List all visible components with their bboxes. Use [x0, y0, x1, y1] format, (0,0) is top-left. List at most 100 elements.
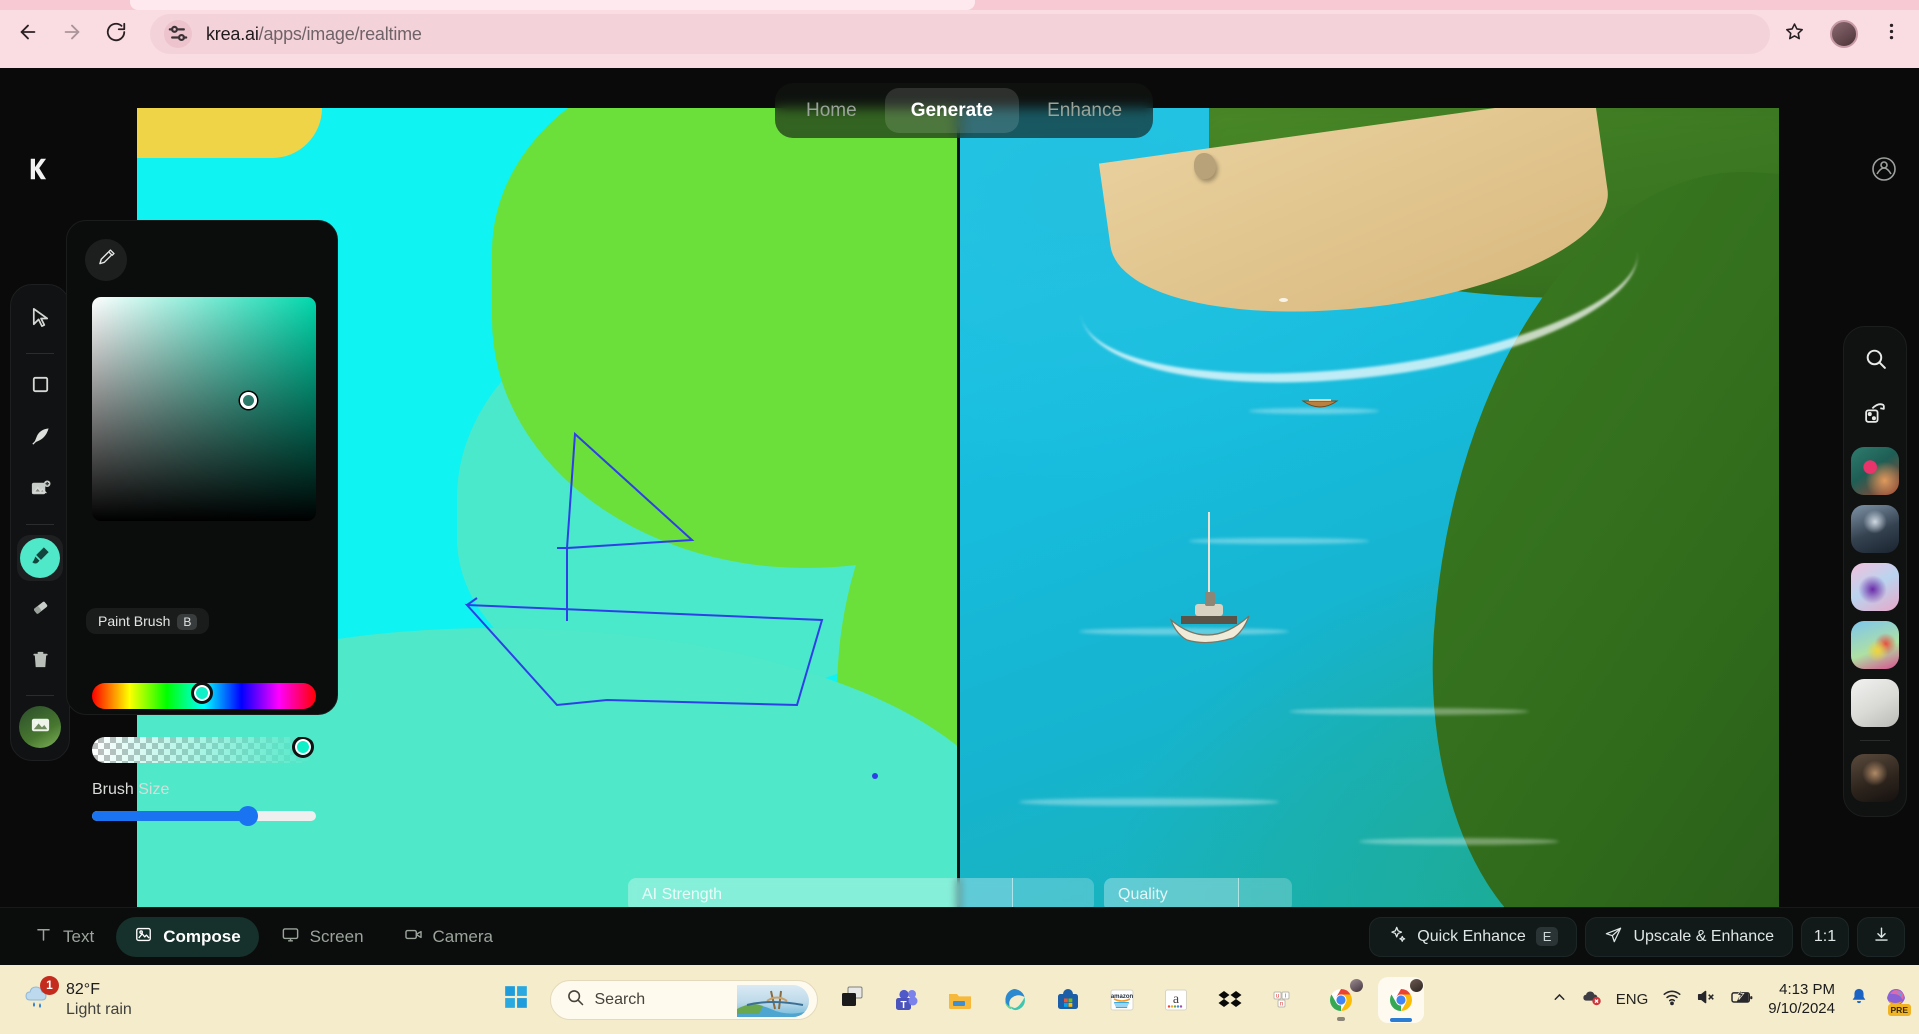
- task-view-button[interactable]: [832, 980, 872, 1020]
- delete-tool[interactable]: [17, 639, 63, 685]
- eyedropper-button[interactable]: [85, 239, 127, 281]
- right-sidebar: [1843, 326, 1907, 817]
- style-thumb-fruit-balloons[interactable]: [1851, 621, 1899, 669]
- bookmark-star-button[interactable]: [1774, 14, 1814, 54]
- download-button[interactable]: [1857, 916, 1905, 957]
- notifications-button[interactable]: [1849, 987, 1869, 1012]
- amazon-shopping-icon[interactable]: amazon: [1102, 980, 1142, 1020]
- language-indicator[interactable]: ENG: [1616, 991, 1649, 1008]
- chrome-icon-focused[interactable]: [1377, 976, 1424, 1023]
- search-icon: [1863, 346, 1888, 376]
- mode-compose-label: Compose: [163, 926, 241, 946]
- tab-home[interactable]: Home: [780, 88, 883, 133]
- pen-tool[interactable]: [17, 416, 63, 462]
- dropbox-icon[interactable]: [1210, 980, 1250, 1020]
- amazon-a-icon[interactable]: a: [1156, 980, 1196, 1020]
- toolbar-divider-3: [26, 695, 54, 696]
- edge-icon[interactable]: [994, 980, 1034, 1020]
- weather-badge: 1: [40, 975, 59, 995]
- battery-button[interactable]: [1730, 987, 1754, 1012]
- image-thumbnail-icon: [29, 713, 52, 741]
- browser-tab-active[interactable]: [130, 0, 975, 10]
- chrome-menu-icon: [1881, 21, 1902, 47]
- show-hidden-icons-button[interactable]: [1551, 989, 1568, 1011]
- url-host: krea.ai: [206, 23, 259, 44]
- profile-avatar[interactable]: [1824, 14, 1864, 54]
- network-button[interactable]: [1662, 987, 1682, 1012]
- volume-button[interactable]: [1696, 987, 1716, 1012]
- search-input[interactable]: Search: [549, 979, 818, 1020]
- zoom-level-button[interactable]: 1:1: [1801, 916, 1849, 957]
- style-thumb-pencil-sketch[interactable]: [1851, 679, 1899, 727]
- file-explorer-icon[interactable]: [940, 980, 980, 1020]
- chrome-icon[interactable]: [1318, 977, 1364, 1023]
- generated-image-preview[interactable]: [959, 108, 1779, 929]
- tab-enhance[interactable]: Enhance: [1021, 88, 1148, 133]
- microsoft-store-icon[interactable]: [1048, 980, 1088, 1020]
- brush-size-slider[interactable]: [92, 806, 316, 826]
- teams-icon[interactable]: T: [886, 980, 926, 1020]
- sidebar-divider: [1860, 740, 1890, 741]
- image-layer-tool[interactable]: [19, 706, 61, 748]
- browser-chrome: krea.ai/apps/image/realtime: [0, 0, 1919, 68]
- clock-date: 9/10/2024: [1768, 999, 1835, 1017]
- style-thumb-pastel-crowd[interactable]: [1851, 563, 1899, 611]
- tab-generate[interactable]: Generate: [884, 88, 1020, 133]
- svg-text:i: i: [1284, 993, 1285, 999]
- start-button[interactable]: [496, 980, 536, 1020]
- keyboard-keys-icon[interactable]: uin: [1264, 980, 1304, 1020]
- taskbar-running-indicator: [1336, 1017, 1345, 1021]
- mode-screen[interactable]: Screen: [263, 917, 382, 957]
- style-thumb-dark-warrior[interactable]: [1851, 505, 1899, 553]
- alpha-slider[interactable]: [92, 737, 316, 763]
- brush-size-knob[interactable]: [238, 806, 258, 826]
- svg-text:a: a: [1172, 992, 1179, 1007]
- upscale-enhance-button[interactable]: Upscale & Enhance: [1585, 916, 1793, 957]
- onedrive-status-button[interactable]: [1582, 987, 1602, 1012]
- site-settings-icon[interactable]: [164, 20, 192, 48]
- url-path: /apps/image/realtime: [258, 23, 422, 44]
- clock[interactable]: 4:13 PM 9/10/2024: [1768, 981, 1835, 1019]
- address-bar[interactable]: krea.ai/apps/image/realtime: [150, 14, 1770, 54]
- hue-slider[interactable]: [92, 682, 316, 709]
- alpha-slider-knob[interactable]: [292, 737, 314, 758]
- toolbar-divider-2: [26, 524, 54, 525]
- add-image-tool[interactable]: [17, 468, 63, 514]
- mode-compose[interactable]: Compose: [116, 916, 259, 957]
- clock-time: 4:13 PM: [1779, 980, 1835, 998]
- camera-icon: [404, 925, 423, 949]
- small-boat: [1299, 388, 1341, 414]
- paint-brush-icon: [29, 544, 52, 572]
- account-badge[interactable]: [1867, 152, 1901, 186]
- randomize-style-button[interactable]: [1853, 393, 1897, 437]
- square-icon: [29, 373, 52, 401]
- quick-enhance-label: Quick Enhance: [1417, 927, 1526, 945]
- weather-widget[interactable]: 1 82°F Light rain: [22, 975, 132, 1020]
- copilot-button[interactable]: PRE: [1883, 984, 1911, 1016]
- shape-tool[interactable]: [17, 364, 63, 410]
- hue-slider-knob[interactable]: [191, 682, 213, 704]
- eraser-tool[interactable]: [17, 587, 63, 633]
- mode-camera[interactable]: Camera: [386, 917, 511, 957]
- saturation-value-field[interactable]: [92, 297, 316, 521]
- before-after-split-handle[interactable]: [957, 108, 960, 929]
- taskview-icon: [839, 984, 865, 1015]
- search-icon: [565, 987, 585, 1012]
- select-tool[interactable]: [17, 297, 63, 343]
- trash-icon: [29, 648, 52, 676]
- saturation-value-knob[interactable]: [240, 392, 257, 409]
- krea-logo[interactable]: [18, 152, 54, 188]
- chrome-menu-button[interactable]: [1871, 14, 1911, 54]
- forward-button[interactable]: [52, 14, 92, 54]
- back-button[interactable]: [8, 14, 48, 54]
- paint-brush-tool[interactable]: [17, 535, 63, 581]
- reload-button[interactable]: [96, 14, 136, 54]
- style-thumb-floral-skull[interactable]: [1851, 447, 1899, 495]
- style-thumb-warrior-portrait[interactable]: [1851, 754, 1899, 802]
- sparkles-icon: [1388, 925, 1407, 949]
- search-styles-button[interactable]: [1853, 339, 1897, 383]
- mode-text[interactable]: Text: [16, 917, 112, 957]
- quick-enhance-button[interactable]: Quick Enhance E: [1369, 916, 1578, 957]
- canvas-area[interactable]: [137, 108, 1779, 929]
- svg-text:T: T: [900, 1000, 906, 1011]
